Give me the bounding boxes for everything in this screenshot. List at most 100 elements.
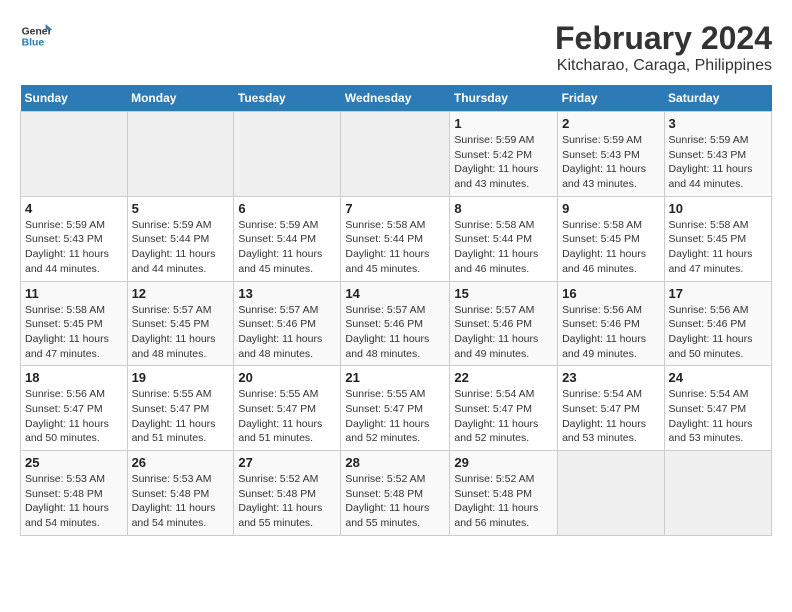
day-info: Sunrise: 5:55 AM Sunset: 5:47 PM Dayligh…: [132, 387, 230, 446]
calendar-cell: 11 Sunrise: 5:58 AM Sunset: 5:45 PM Dayli…: [21, 281, 128, 366]
day-info: Sunrise: 5:59 AM Sunset: 5:44 PM Dayligh…: [238, 218, 336, 277]
calendar-cell: 19Sunrise: 5:55 AM Sunset: 5:47 PM Dayli…: [127, 366, 234, 451]
day-number: 8: [454, 201, 553, 216]
day-number: 18: [25, 370, 123, 385]
day-info: Sunrise: 5:59 AM Sunset: 5:44 PM Dayligh…: [132, 218, 230, 277]
day-number: 4: [25, 201, 123, 216]
page-title: February 2024: [555, 20, 772, 57]
calendar-cell: 12Sunrise: 5:57 AM Sunset: 5:45 PM Dayli…: [127, 281, 234, 366]
calendar-cell: 8 Sunrise: 5:58 AM Sunset: 5:44 PM Daylig…: [450, 196, 558, 281]
day-info: Sunrise: 5:56 AM Sunset: 5:46 PM Dayligh…: [669, 303, 767, 362]
day-number: 1: [454, 116, 553, 131]
day-info: Sunrise: 5:58 AM Sunset: 5:44 PM Dayligh…: [345, 218, 445, 277]
day-info: Sunrise: 5:52 AM Sunset: 5:48 PM Dayligh…: [454, 472, 553, 531]
header-monday: Monday: [127, 85, 234, 112]
day-number: 28: [345, 455, 445, 470]
header-friday: Friday: [558, 85, 664, 112]
calendar-cell: [558, 451, 664, 536]
calendar-week-4: 25 Sunrise: 5:53 AM Sunset: 5:48 PM Dayli…: [21, 451, 772, 536]
calendar-cell: 21 Sunrise: 5:55 AM Sunset: 5:47 PM Dayli…: [341, 366, 450, 451]
day-info: Sunrise: 5:54 AM Sunset: 5:47 PM Dayligh…: [669, 387, 767, 446]
calendar-cell: 2 Sunrise: 5:59 AM Sunset: 5:43 PM Daylig…: [558, 112, 664, 197]
day-number: 14: [345, 286, 445, 301]
day-number: 7: [345, 201, 445, 216]
day-number: 6: [238, 201, 336, 216]
day-number: 29: [454, 455, 553, 470]
day-info: Sunrise: 5:59 AM Sunset: 5:43 PM Dayligh…: [562, 133, 659, 192]
day-info: Sunrise: 5:55 AM Sunset: 5:47 PM Dayligh…: [345, 387, 445, 446]
logo: General Blue: [20, 20, 52, 52]
day-number: 24: [669, 370, 767, 385]
day-info: Sunrise: 5:52 AM Sunset: 5:48 PM Dayligh…: [238, 472, 336, 531]
day-info: Sunrise: 5:55 AM Sunset: 5:47 PM Dayligh…: [238, 387, 336, 446]
calendar-cell: 10Sunrise: 5:58 AM Sunset: 5:45 PM Dayli…: [664, 196, 771, 281]
day-number: 27: [238, 455, 336, 470]
calendar-week-2: 11 Sunrise: 5:58 AM Sunset: 5:45 PM Dayli…: [21, 281, 772, 366]
day-info: Sunrise: 5:53 AM Sunset: 5:48 PM Dayligh…: [25, 472, 123, 531]
day-info: Sunrise: 5:52 AM Sunset: 5:48 PM Dayligh…: [345, 472, 445, 531]
calendar-table: SundayMondayTuesdayWednesdayThursdayFrid…: [20, 85, 772, 536]
calendar-week-1: 4 Sunrise: 5:59 AM Sunset: 5:43 PM Daylig…: [21, 196, 772, 281]
day-info: Sunrise: 5:58 AM Sunset: 5:45 PM Dayligh…: [669, 218, 767, 277]
day-info: Sunrise: 5:57 AM Sunset: 5:46 PM Dayligh…: [345, 303, 445, 362]
calendar-cell: 27 Sunrise: 5:52 AM Sunset: 5:48 PM Dayli…: [234, 451, 341, 536]
calendar-cell: 20 Sunrise: 5:55 AM Sunset: 5:47 PM Dayli…: [234, 366, 341, 451]
header-thursday: Thursday: [450, 85, 558, 112]
page-subtitle: Kitcharao, Caraga, Philippines: [555, 57, 772, 75]
calendar-cell: 5Sunrise: 5:59 AM Sunset: 5:44 PM Daylig…: [127, 196, 234, 281]
day-number: 13: [238, 286, 336, 301]
day-number: 15: [454, 286, 553, 301]
day-info: Sunrise: 5:58 AM Sunset: 5:45 PM Dayligh…: [562, 218, 659, 277]
day-info: Sunrise: 5:59 AM Sunset: 5:43 PM Dayligh…: [25, 218, 123, 277]
day-number: 2: [562, 116, 659, 131]
day-number: 3: [669, 116, 767, 131]
day-info: Sunrise: 5:59 AM Sunset: 5:42 PM Dayligh…: [454, 133, 553, 192]
svg-text:Blue: Blue: [22, 38, 45, 49]
header-sunday: Sunday: [21, 85, 128, 112]
day-info: Sunrise: 5:54 AM Sunset: 5:47 PM Dayligh…: [454, 387, 553, 446]
title-block: February 2024 Kitcharao, Caraga, Philipp…: [555, 20, 772, 75]
day-number: 26: [132, 455, 230, 470]
calendar-cell: 7 Sunrise: 5:58 AM Sunset: 5:44 PM Daylig…: [341, 196, 450, 281]
calendar-cell: [664, 451, 771, 536]
calendar-header-row: SundayMondayTuesdayWednesdayThursdayFrid…: [21, 85, 772, 112]
calendar-cell: 23 Sunrise: 5:54 AM Sunset: 5:47 PM Dayli…: [558, 366, 664, 451]
day-number: 12: [132, 286, 230, 301]
day-number: 16: [562, 286, 659, 301]
day-number: 25: [25, 455, 123, 470]
calendar-cell: 17 Sunrise: 5:56 AM Sunset: 5:46 PM Dayli…: [664, 281, 771, 366]
calendar-cell: 13 Sunrise: 5:57 AM Sunset: 5:46 PM Dayli…: [234, 281, 341, 366]
calendar-cell: 15 Sunrise: 5:57 AM Sunset: 5:46 PM Dayli…: [450, 281, 558, 366]
day-number: 20: [238, 370, 336, 385]
calendar-cell: 26Sunrise: 5:53 AM Sunset: 5:48 PM Dayli…: [127, 451, 234, 536]
day-number: 11: [25, 286, 123, 301]
header-wednesday: Wednesday: [341, 85, 450, 112]
day-info: Sunrise: 5:58 AM Sunset: 5:45 PM Dayligh…: [25, 303, 123, 362]
calendar-cell: [127, 112, 234, 197]
day-number: 17: [669, 286, 767, 301]
day-info: Sunrise: 5:56 AM Sunset: 5:47 PM Dayligh…: [25, 387, 123, 446]
day-info: Sunrise: 5:54 AM Sunset: 5:47 PM Dayligh…: [562, 387, 659, 446]
day-info: Sunrise: 5:59 AM Sunset: 5:43 PM Dayligh…: [669, 133, 767, 192]
calendar-cell: 16Sunrise: 5:56 AM Sunset: 5:46 PM Dayli…: [558, 281, 664, 366]
calendar-cell: 1 Sunrise: 5:59 AM Sunset: 5:42 PM Daylig…: [450, 112, 558, 197]
calendar-cell: 29 Sunrise: 5:52 AM Sunset: 5:48 PM Dayli…: [450, 451, 558, 536]
page-header: General Blue February 2024 Kitcharao, Ca…: [20, 20, 772, 75]
day-info: Sunrise: 5:57 AM Sunset: 5:46 PM Dayligh…: [238, 303, 336, 362]
calendar-cell: 3 Sunrise: 5:59 AM Sunset: 5:43 PM Daylig…: [664, 112, 771, 197]
calendar-week-3: 18 Sunrise: 5:56 AM Sunset: 5:47 PM Dayli…: [21, 366, 772, 451]
day-number: 22: [454, 370, 553, 385]
day-info: Sunrise: 5:58 AM Sunset: 5:44 PM Dayligh…: [454, 218, 553, 277]
calendar-cell: 18 Sunrise: 5:56 AM Sunset: 5:47 PM Dayli…: [21, 366, 128, 451]
calendar-cell: 24 Sunrise: 5:54 AM Sunset: 5:47 PM Dayli…: [664, 366, 771, 451]
calendar-cell: 25 Sunrise: 5:53 AM Sunset: 5:48 PM Dayli…: [21, 451, 128, 536]
calendar-cell: [234, 112, 341, 197]
day-info: Sunrise: 5:57 AM Sunset: 5:46 PM Dayligh…: [454, 303, 553, 362]
calendar-week-0: 1 Sunrise: 5:59 AM Sunset: 5:42 PM Daylig…: [21, 112, 772, 197]
calendar-cell: 4 Sunrise: 5:59 AM Sunset: 5:43 PM Daylig…: [21, 196, 128, 281]
calendar-cell: 22 Sunrise: 5:54 AM Sunset: 5:47 PM Dayli…: [450, 366, 558, 451]
day-number: 23: [562, 370, 659, 385]
calendar-cell: [341, 112, 450, 197]
logo-icon: General Blue: [20, 20, 52, 52]
day-number: 21: [345, 370, 445, 385]
